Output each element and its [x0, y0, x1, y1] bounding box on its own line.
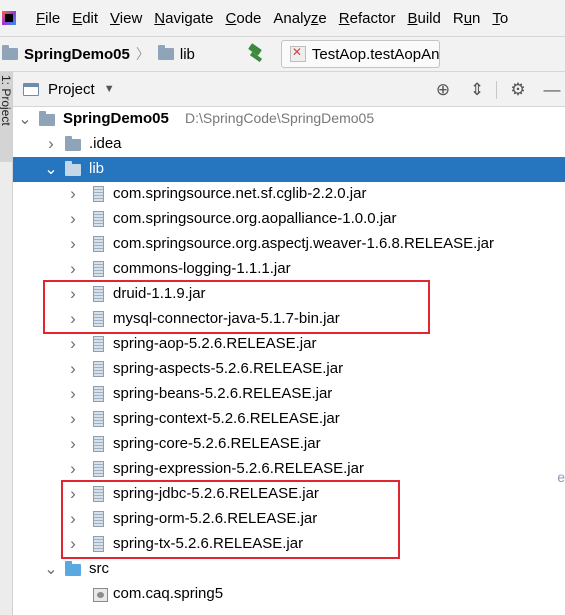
tree-row-spring-expression-5-2-6-release-jar[interactable]: › spring-expression-5.2.6.RELEASE.jar — [13, 457, 565, 482]
chevron-right-icon[interactable]: › — [67, 434, 79, 453]
tree-item-label: src — [89, 560, 109, 577]
folder-icon — [65, 136, 81, 151]
package-icon — [93, 588, 108, 602]
locate-file-icon[interactable]: ⊕ — [430, 77, 456, 103]
tree-item-label: spring-aop-5.2.6.RELEASE.jar — [113, 335, 317, 352]
tree-item-label: spring-context-5.2.6.RELEASE.jar — [113, 410, 340, 427]
project-folder-icon — [2, 45, 18, 60]
tree-row-com-springsource-net-sf-cglib-2-2-0-jar[interactable]: › com.springsource.net.sf.cglib-2.2.0.jar — [13, 182, 565, 207]
panel-toolbar: ⊕ ⇕ ⚙ — — [422, 72, 565, 107]
chevron-right-icon[interactable]: › — [45, 134, 57, 153]
chevron-right-icon[interactable]: › — [67, 334, 79, 353]
build-hammer-icon[interactable] — [245, 44, 267, 64]
tree-row-springdemo05[interactable]: ⌄ SpringDemo05 D:\SpringCode\SpringDemo05 — [13, 107, 565, 132]
chevron-right-icon[interactable]: › — [67, 409, 79, 428]
breadcrumb-separator: 〉 — [135, 46, 150, 62]
jar-archive-icon — [93, 186, 104, 202]
view-selector-caret-icon[interactable]: ▼ — [104, 83, 115, 95]
intellij-logo-icon — [2, 11, 16, 25]
chevron-right-icon[interactable]: › — [67, 459, 79, 478]
tree-row-spring-aop-5-2-6-release-jar[interactable]: › spring-aop-5.2.6.RELEASE.jar — [13, 332, 565, 357]
jar-archive-icon — [93, 461, 104, 477]
chevron-right-icon[interactable]: › — [67, 359, 79, 378]
tree-row-com-caq-spring5[interactable]: com.caq.spring5 — [13, 582, 565, 607]
project-view-icon — [23, 82, 39, 96]
project-path-label: D:\SpringCode\SpringDemo05 — [185, 110, 375, 126]
run-configuration-selector[interactable]: TestAop.testAopAn — [280, 40, 441, 68]
chevron-down-icon[interactable]: ⌄ — [18, 111, 31, 128]
jar-archive-icon — [93, 361, 104, 377]
project-panel-title[interactable]: Project — [48, 81, 95, 98]
tree-row-src[interactable]: ⌄ src — [13, 557, 565, 582]
menu-to[interactable]: To — [486, 10, 514, 27]
tree-item-label: spring-aspects-5.2.6.RELEASE.jar — [113, 360, 344, 377]
menu-file[interactable]: File — [30, 10, 66, 27]
chevron-right-icon[interactable]: › — [67, 209, 79, 228]
tree-item-label: spring-expression-5.2.6.RELEASE.jar — [113, 460, 364, 477]
gear-icon[interactable]: ⚙ — [505, 77, 531, 103]
tree-row-lib[interactable]: ⌄ lib — [13, 157, 565, 182]
chevron-right-icon[interactable]: › — [67, 234, 79, 253]
tree-item-label: SpringDemo05 — [63, 110, 169, 127]
jar-archive-icon — [93, 236, 104, 252]
tree-item-label: com.springsource.net.sf.cglib-2.2.0.jar — [113, 185, 367, 202]
tree-row-spring-beans-5-2-6-release-jar[interactable]: › spring-beans-5.2.6.RELEASE.jar — [13, 382, 565, 407]
tree-item-label: spring-core-5.2.6.RELEASE.jar — [113, 435, 321, 452]
jar-archive-icon — [93, 436, 104, 452]
menu-build[interactable]: Build — [401, 10, 446, 27]
source-folder-icon — [65, 561, 81, 576]
folder-icon — [39, 111, 55, 126]
project-tab-label: 1: Project — [0, 75, 13, 126]
menu-edit[interactable]: Edit — [66, 10, 104, 27]
tree-row-commons-logging-1-1-1-jar[interactable]: › commons-logging-1.1.1.jar — [13, 257, 565, 282]
menu-run[interactable]: Run — [447, 10, 487, 27]
collapse-all-icon[interactable]: ⇕ — [464, 77, 490, 103]
tree-item-label: commons-logging-1.1.1.jar — [113, 260, 291, 277]
tree-row-com-springsource-org-aopalliance-1-0-0-jar[interactable]: › com.springsource.org.aopalliance-1.0.0.… — [13, 207, 565, 232]
tree-row-spring-core-5-2-6-release-jar[interactable]: › spring-core-5.2.6.RELEASE.jar — [13, 432, 565, 457]
jar-archive-icon — [93, 261, 104, 277]
tree-item-label: .idea — [89, 135, 122, 152]
breadcrumb-lib[interactable]: lib — [180, 46, 195, 63]
navigation-bar: SpringDemo05 〉 lib TestAop.testAopAn — [0, 36, 565, 72]
tree-item-label: com.springsource.org.aopalliance-1.0.0.j… — [113, 210, 397, 227]
folder-icon — [65, 161, 81, 176]
chevron-right-icon[interactable]: › — [67, 259, 79, 278]
tree-row-spring-aspects-5-2-6-release-jar[interactable]: › spring-aspects-5.2.6.RELEASE.jar — [13, 357, 565, 382]
chevron-down-icon[interactable]: ⌄ — [44, 161, 57, 178]
tree-item-label: com.springsource.org.aspectj.weaver-1.6.… — [113, 235, 495, 252]
highlight-box — [61, 480, 400, 559]
breadcrumb-project[interactable]: SpringDemo05 — [24, 46, 130, 63]
left-tool-strip: 1: Project — [0, 72, 13, 615]
tree-row-idea[interactable]: › .idea — [13, 132, 565, 157]
highlight-box — [43, 280, 430, 334]
lib-folder-icon — [157, 45, 174, 60]
menu-view[interactable]: View — [104, 10, 148, 27]
tree-row-com-springsource-org-aspectj-weaver-1-6-8-release-jar[interactable]: › com.springsource.org.aspectj.weaver-1.6… — [13, 232, 565, 257]
project-tree: e ⌄ SpringDemo05 D:\SpringCode\SpringDemo0… — [13, 107, 565, 615]
project-panel-header: Project ▼ ⊕ ⇕ ⚙ — — [13, 72, 565, 107]
menu-code[interactable]: Code — [220, 10, 268, 27]
menu-bar: File Edit View Navigate Code Analyze Refactor B… — [0, 0, 565, 36]
jar-archive-icon — [93, 411, 104, 427]
tree-item-label: com.caq.spring5 — [113, 585, 224, 602]
run-configuration-label: TestAop.testAopAn — [311, 45, 440, 63]
menu-analyze[interactable]: Analyze — [267, 10, 332, 27]
tree-row-spring-context-5-2-6-release-jar[interactable]: › spring-context-5.2.6.RELEASE.jar — [13, 407, 565, 432]
chevron-down-icon[interactable]: ⌄ — [44, 561, 57, 578]
chevron-right-icon[interactable]: › — [67, 384, 79, 403]
toolbar-divider — [496, 80, 497, 99]
menu-refactor[interactable]: Refactor — [333, 10, 402, 27]
chevron-right-icon[interactable]: › — [67, 184, 79, 203]
junit-config-icon — [289, 45, 306, 62]
menu-navigate[interactable]: Navigate — [148, 10, 219, 27]
jar-archive-icon — [93, 336, 104, 352]
tree-item-label: spring-beans-5.2.6.RELEASE.jar — [113, 385, 333, 402]
tree-item-label: lib — [89, 160, 105, 177]
jar-archive-icon — [93, 211, 104, 227]
hide-panel-icon[interactable]: — — [539, 77, 565, 103]
project-tool-window-tab[interactable]: 1: Project — [0, 72, 13, 162]
jar-archive-icon — [93, 386, 104, 402]
menu-items: File Edit View Navigate Code Analyze Refactor B… — [30, 10, 514, 27]
